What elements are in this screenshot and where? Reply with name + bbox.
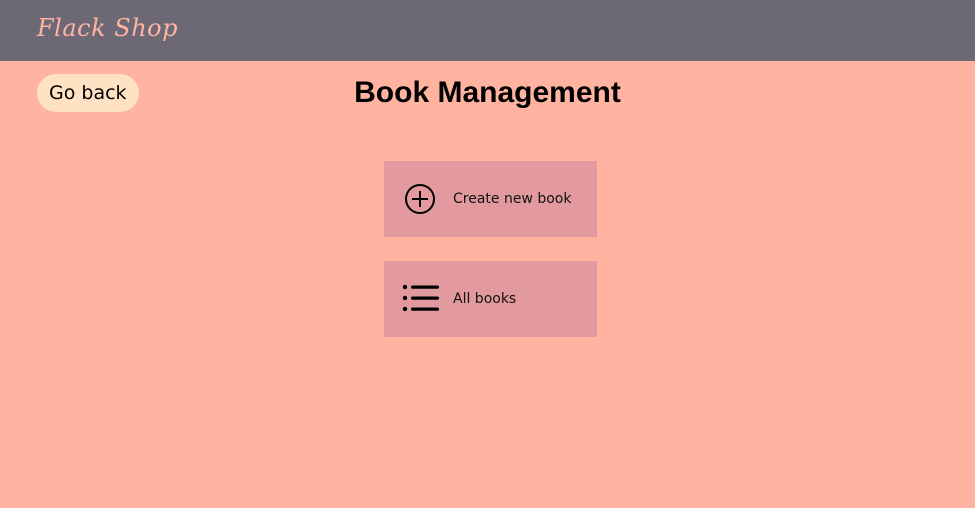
all-books-card[interactable]: All books	[384, 261, 597, 337]
create-book-label: Create new book	[453, 191, 572, 207]
navbar: Flack Shop	[0, 0, 975, 61]
brand-logo[interactable]: Flack Shop	[37, 14, 178, 42]
list-icon	[402, 281, 440, 317]
page-title: Book Management	[354, 76, 621, 109]
create-book-card[interactable]: Create new book	[384, 161, 597, 237]
plus-circle-icon	[402, 181, 440, 217]
all-books-label: All books	[453, 291, 517, 307]
